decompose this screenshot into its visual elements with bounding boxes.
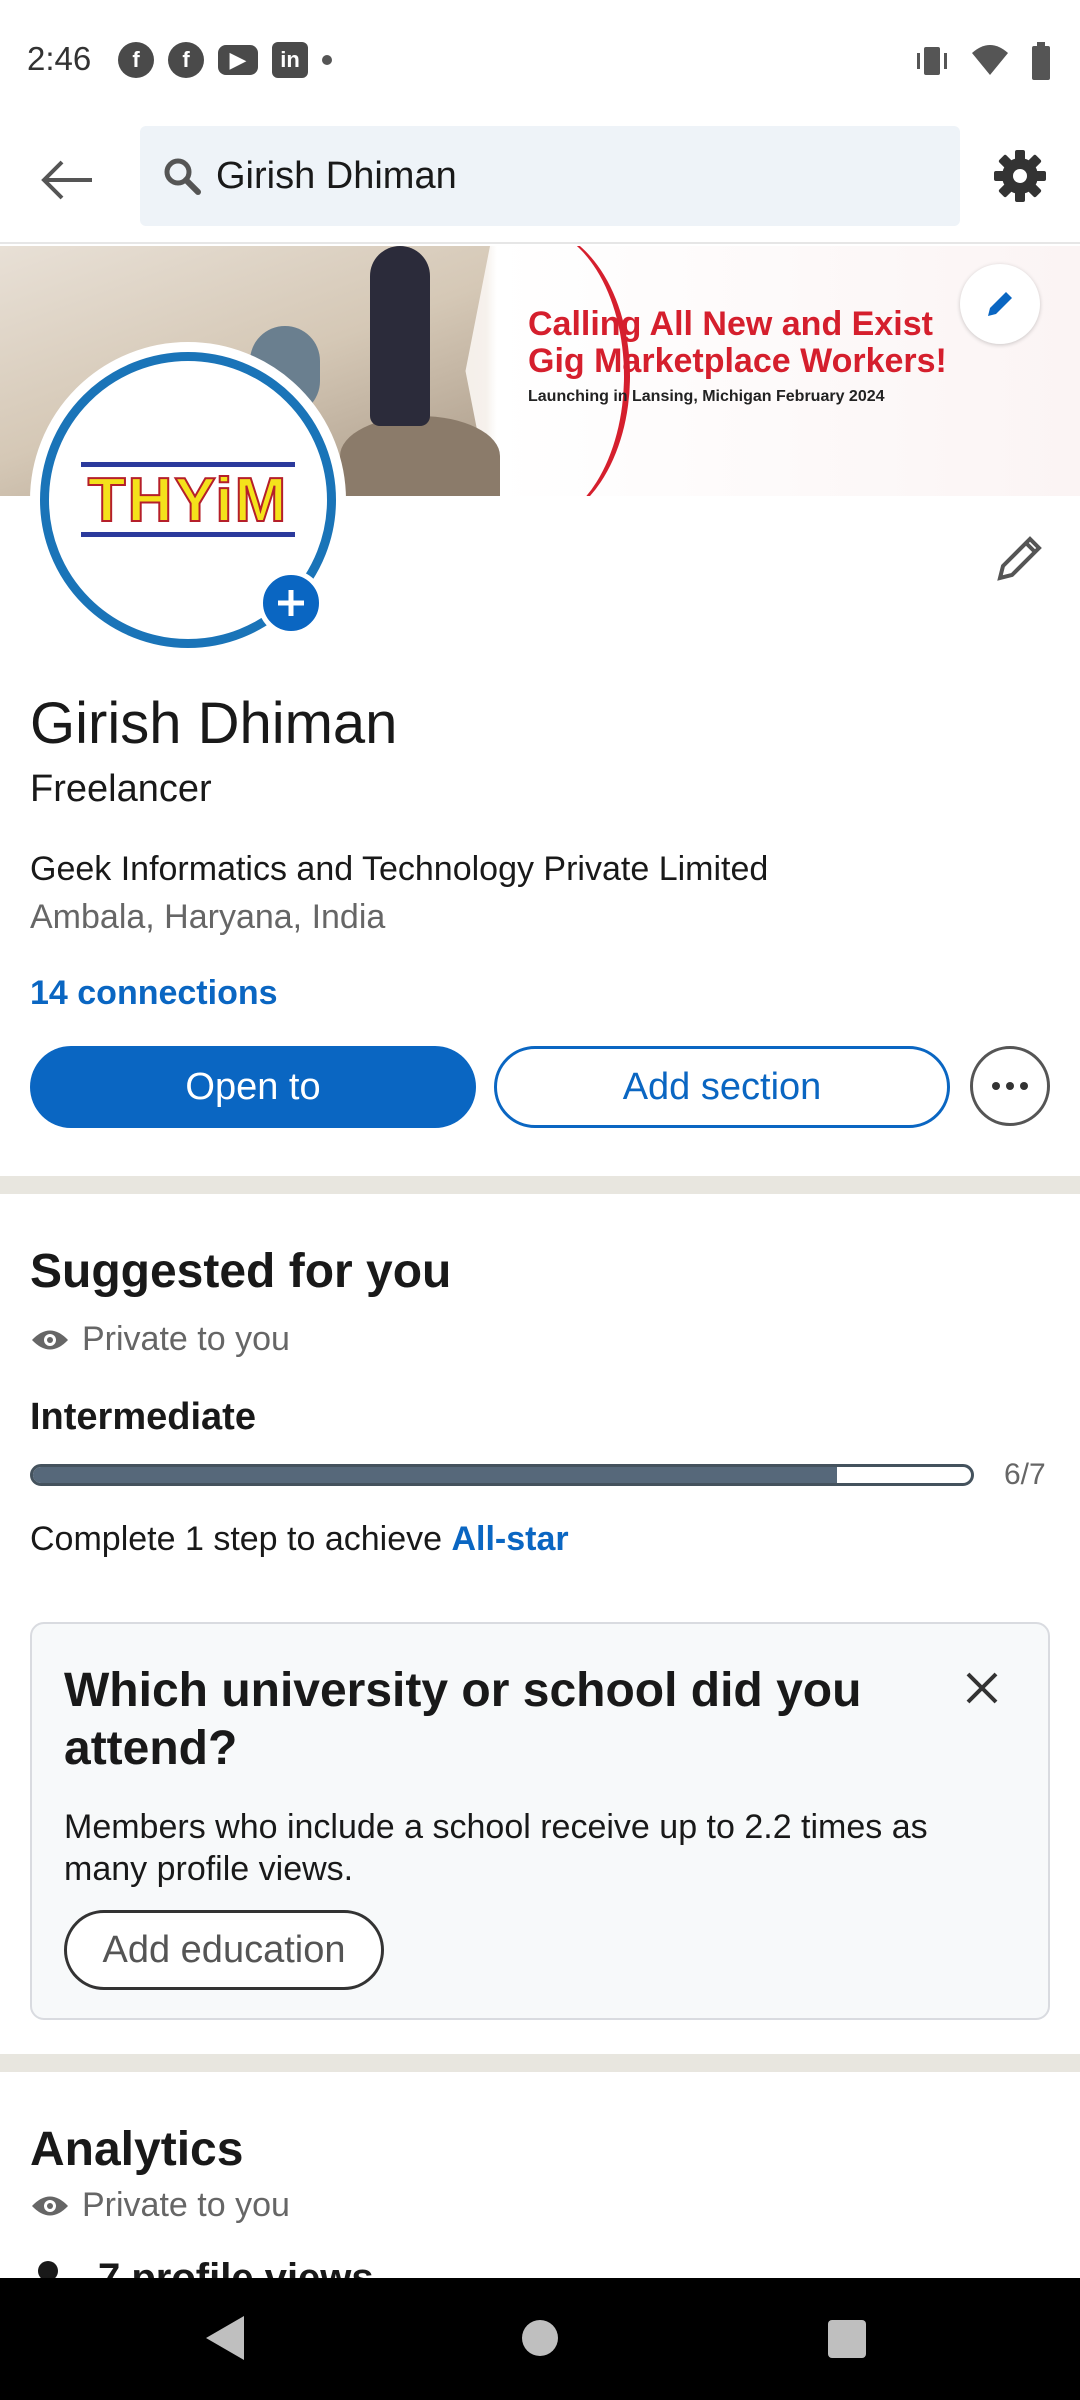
add-section-button[interactable]: Add section — [494, 1046, 950, 1128]
profile-location: Ambala, Haryana, India — [30, 898, 386, 936]
nav-home-icon[interactable] — [522, 2320, 558, 2356]
wifi-icon — [972, 45, 1008, 75]
banner-subtitle: Launching in Lansing, Michigan February … — [528, 388, 885, 405]
system-nav-bar — [0, 2278, 1080, 2400]
eye-icon — [32, 1330, 68, 1349]
status-time: 2:46 — [27, 40, 92, 77]
profile-company: Geek Informatics and Technology Private … — [30, 850, 769, 888]
dot-icon — [322, 55, 332, 65]
profile-headline: Freelancer — [30, 768, 212, 810]
notification-icons: f f ▶ in — [118, 42, 332, 78]
search-input[interactable]: Girish Dhiman — [140, 126, 960, 226]
edit-banner-button[interactable] — [960, 264, 1040, 344]
eye-icon — [32, 2196, 68, 2215]
card-title: Which university or school did you atten… — [64, 1664, 862, 1775]
nav-recents-icon[interactable] — [828, 2320, 866, 2358]
suggested-title: Suggested for you — [30, 1245, 452, 1298]
facebook-icon: f — [118, 42, 154, 78]
logo-line — [81, 532, 295, 537]
add-photo-button[interactable] — [258, 570, 324, 636]
private-indicator: Private to you — [30, 1320, 290, 1359]
profile-actions: Open to Add section — [30, 1046, 1050, 1128]
private-indicator: Private to you — [30, 2186, 290, 2225]
system-icons — [914, 42, 1052, 80]
analytics-title: Analytics — [30, 2123, 244, 2176]
linkedin-icon: in — [272, 42, 308, 78]
search-query: Girish Dhiman — [216, 154, 457, 197]
nav-back-icon[interactable] — [206, 2316, 244, 2360]
achieve-prefix: Complete 1 step to achieve — [30, 1520, 452, 1558]
back-arrow-icon[interactable] — [36, 148, 100, 212]
achieve-text: Complete 1 step to achieve All-star — [30, 1520, 569, 1559]
all-star-link[interactable]: All-star — [451, 1520, 568, 1558]
close-icon[interactable] — [960, 1666, 1004, 1710]
card-body: Members who include a school receive up … — [64, 1808, 928, 1888]
profile-strength-bar — [30, 1464, 974, 1486]
edit-profile-icon[interactable] — [990, 528, 1050, 588]
section-divider — [0, 2054, 1080, 2072]
more-options-button[interactable] — [970, 1046, 1050, 1126]
logo-text: THYiM — [87, 465, 289, 536]
battery-icon — [1032, 42, 1050, 80]
banner-title-line2: Gig Marketplace Workers! — [528, 342, 947, 380]
connections-link[interactable]: 14 connections — [30, 974, 278, 1013]
ellipsis-icon — [992, 1082, 1028, 1090]
private-label: Private to you — [82, 1320, 290, 1358]
vibrate-icon — [917, 47, 947, 75]
profile-strength-fill — [33, 1467, 837, 1483]
facebook-icon: f — [168, 42, 204, 78]
status-bar: 2:46 f f ▶ in — [0, 0, 1080, 120]
plus-icon — [278, 590, 304, 616]
search-icon — [164, 158, 201, 195]
company-logo: THYiM — [81, 460, 295, 540]
banner-title: Calling All New and Exist Gig Marketplac… — [528, 306, 947, 380]
add-education-button[interactable]: Add education — [64, 1910, 384, 1990]
logo-line — [81, 462, 295, 467]
profile-name: Girish Dhiman — [30, 691, 398, 756]
profile-strength-count: 6/7 — [1004, 1458, 1046, 1491]
section-divider — [0, 1176, 1080, 1194]
education-suggestion-card: Which university or school did you atten… — [30, 1622, 1050, 2020]
open-to-button[interactable]: Open to — [30, 1046, 476, 1128]
app-bar: Girish Dhiman — [0, 120, 1080, 244]
gear-icon[interactable] — [990, 146, 1050, 206]
private-label: Private to you — [82, 2186, 290, 2224]
profile-level: Intermediate — [30, 1396, 256, 1438]
pencil-icon — [988, 292, 1012, 316]
banner-person — [370, 246, 430, 426]
youtube-icon: ▶ — [218, 45, 258, 75]
banner-title-line1: Calling All New and Exist — [528, 305, 933, 343]
